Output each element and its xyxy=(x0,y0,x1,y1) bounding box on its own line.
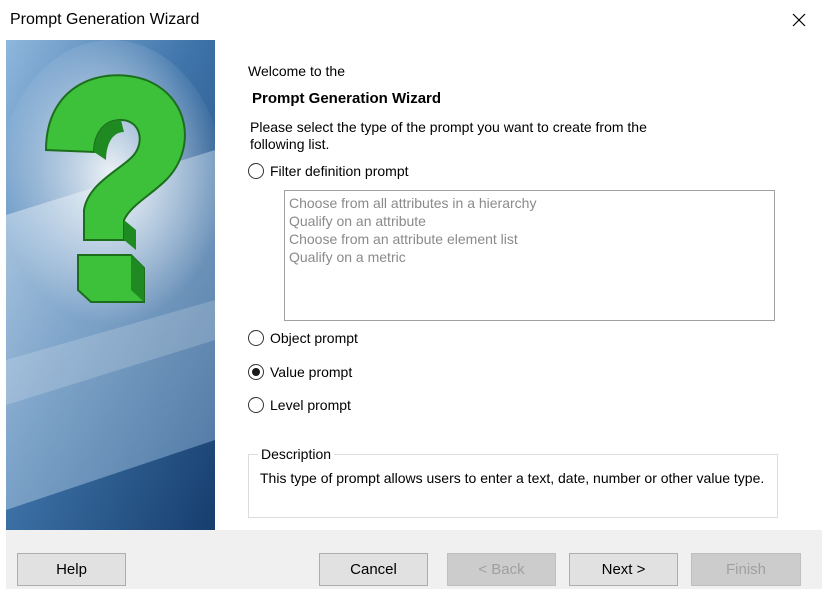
welcome-text: Welcome to the xyxy=(248,63,346,79)
wizard-banner-image xyxy=(6,40,215,530)
radio-filter-definition-prompt[interactable]: Filter definition prompt xyxy=(248,163,409,179)
cancel-button[interactable]: Cancel xyxy=(319,553,428,586)
wizard-window: Prompt Generation Wizard Welcome to the … xyxy=(0,0,822,589)
list-item[interactable]: Qualify on a metric xyxy=(289,248,770,266)
title-bar: Prompt Generation Wizard xyxy=(0,0,822,40)
radio-label: Level prompt xyxy=(270,397,351,413)
list-item[interactable]: Qualify on an attribute xyxy=(289,212,770,230)
radio-button-selected[interactable] xyxy=(248,364,264,380)
radio-button[interactable] xyxy=(248,397,264,413)
next-button[interactable]: Next > xyxy=(569,553,678,586)
list-item[interactable]: Choose from an attribute element list xyxy=(289,230,770,248)
radio-label: Value prompt xyxy=(270,364,353,380)
instructions-text: Please select the type of the prompt you… xyxy=(250,119,647,152)
filter-options-list[interactable]: Choose from all attributes in a hierarch… xyxy=(284,190,775,321)
radio-label: Object prompt xyxy=(270,330,358,346)
radio-button[interactable] xyxy=(248,163,264,179)
close-icon xyxy=(792,13,806,27)
radio-level-prompt[interactable]: Level prompt xyxy=(248,397,351,413)
help-button[interactable]: Help xyxy=(17,553,126,586)
radio-object-prompt[interactable]: Object prompt xyxy=(248,330,358,346)
finish-button[interactable]: Finish xyxy=(691,553,801,586)
wizard-heading: Prompt Generation Wizard xyxy=(252,90,442,107)
radio-value-prompt[interactable]: Value prompt xyxy=(248,364,352,380)
window-title: Prompt Generation Wizard xyxy=(10,11,200,28)
close-button[interactable] xyxy=(776,0,822,40)
description-group: Description This type of prompt allows u… xyxy=(248,446,778,518)
radio-button[interactable] xyxy=(248,330,264,346)
radio-label: Filter definition prompt xyxy=(270,163,409,179)
back-button[interactable]: < Back xyxy=(447,553,556,586)
list-item[interactable]: Choose from all attributes in a hierarch… xyxy=(289,194,770,212)
description-legend: Description xyxy=(258,446,335,462)
description-text: This type of prompt allows users to ente… xyxy=(260,470,765,486)
